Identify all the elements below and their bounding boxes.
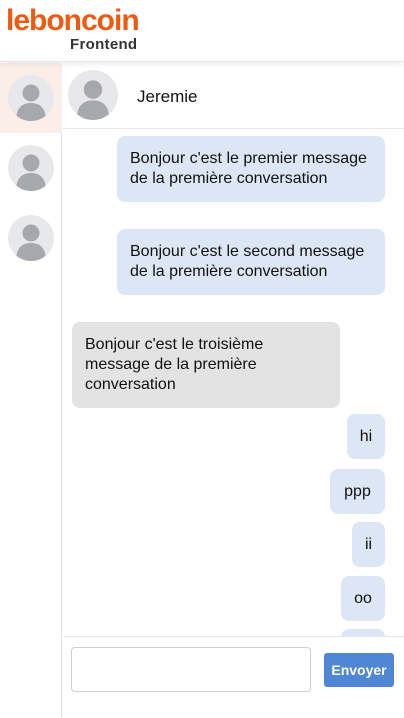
conversation-item[interactable] bbox=[0, 203, 62, 273]
message-bubble-outgoing: ii bbox=[352, 522, 385, 567]
conversation-list bbox=[0, 63, 62, 718]
message-bubble-incoming: Bonjour c'est le troisième message de la… bbox=[72, 322, 340, 408]
conversation-item[interactable] bbox=[0, 133, 62, 203]
user-avatar-icon bbox=[8, 75, 54, 121]
conversation-item[interactable] bbox=[0, 63, 62, 133]
message-bubble-outgoing: ppp bbox=[330, 469, 385, 514]
user-avatar-icon bbox=[8, 145, 54, 191]
message-bubble-outgoing bbox=[341, 629, 385, 636]
contact-avatar-icon bbox=[68, 70, 118, 120]
message-bubble-outgoing: Bonjour c'est le premier message de la p… bbox=[117, 136, 385, 202]
message-bubble-outgoing: oo bbox=[341, 576, 385, 621]
user-avatar-icon bbox=[8, 215, 54, 261]
message-thread[interactable]: Bonjour c'est le premier message de la p… bbox=[63, 130, 404, 636]
message-bubble-outgoing: Bonjour c'est le second message de la pr… bbox=[117, 229, 385, 295]
brand-logo[interactable]: leboncoin bbox=[6, 4, 140, 38]
contact-name: Jeremie bbox=[137, 87, 198, 106]
app-header: leboncoin Frontend bbox=[0, 0, 404, 62]
message-bubble-outgoing: hi bbox=[347, 414, 385, 459]
brand-subtitle: Frontend bbox=[70, 36, 138, 53]
chat-header: Jeremie bbox=[63, 63, 404, 129]
message-input[interactable] bbox=[71, 647, 311, 692]
send-button[interactable]: Envoyer bbox=[324, 653, 394, 687]
message-composer: Envoyer bbox=[63, 636, 404, 718]
